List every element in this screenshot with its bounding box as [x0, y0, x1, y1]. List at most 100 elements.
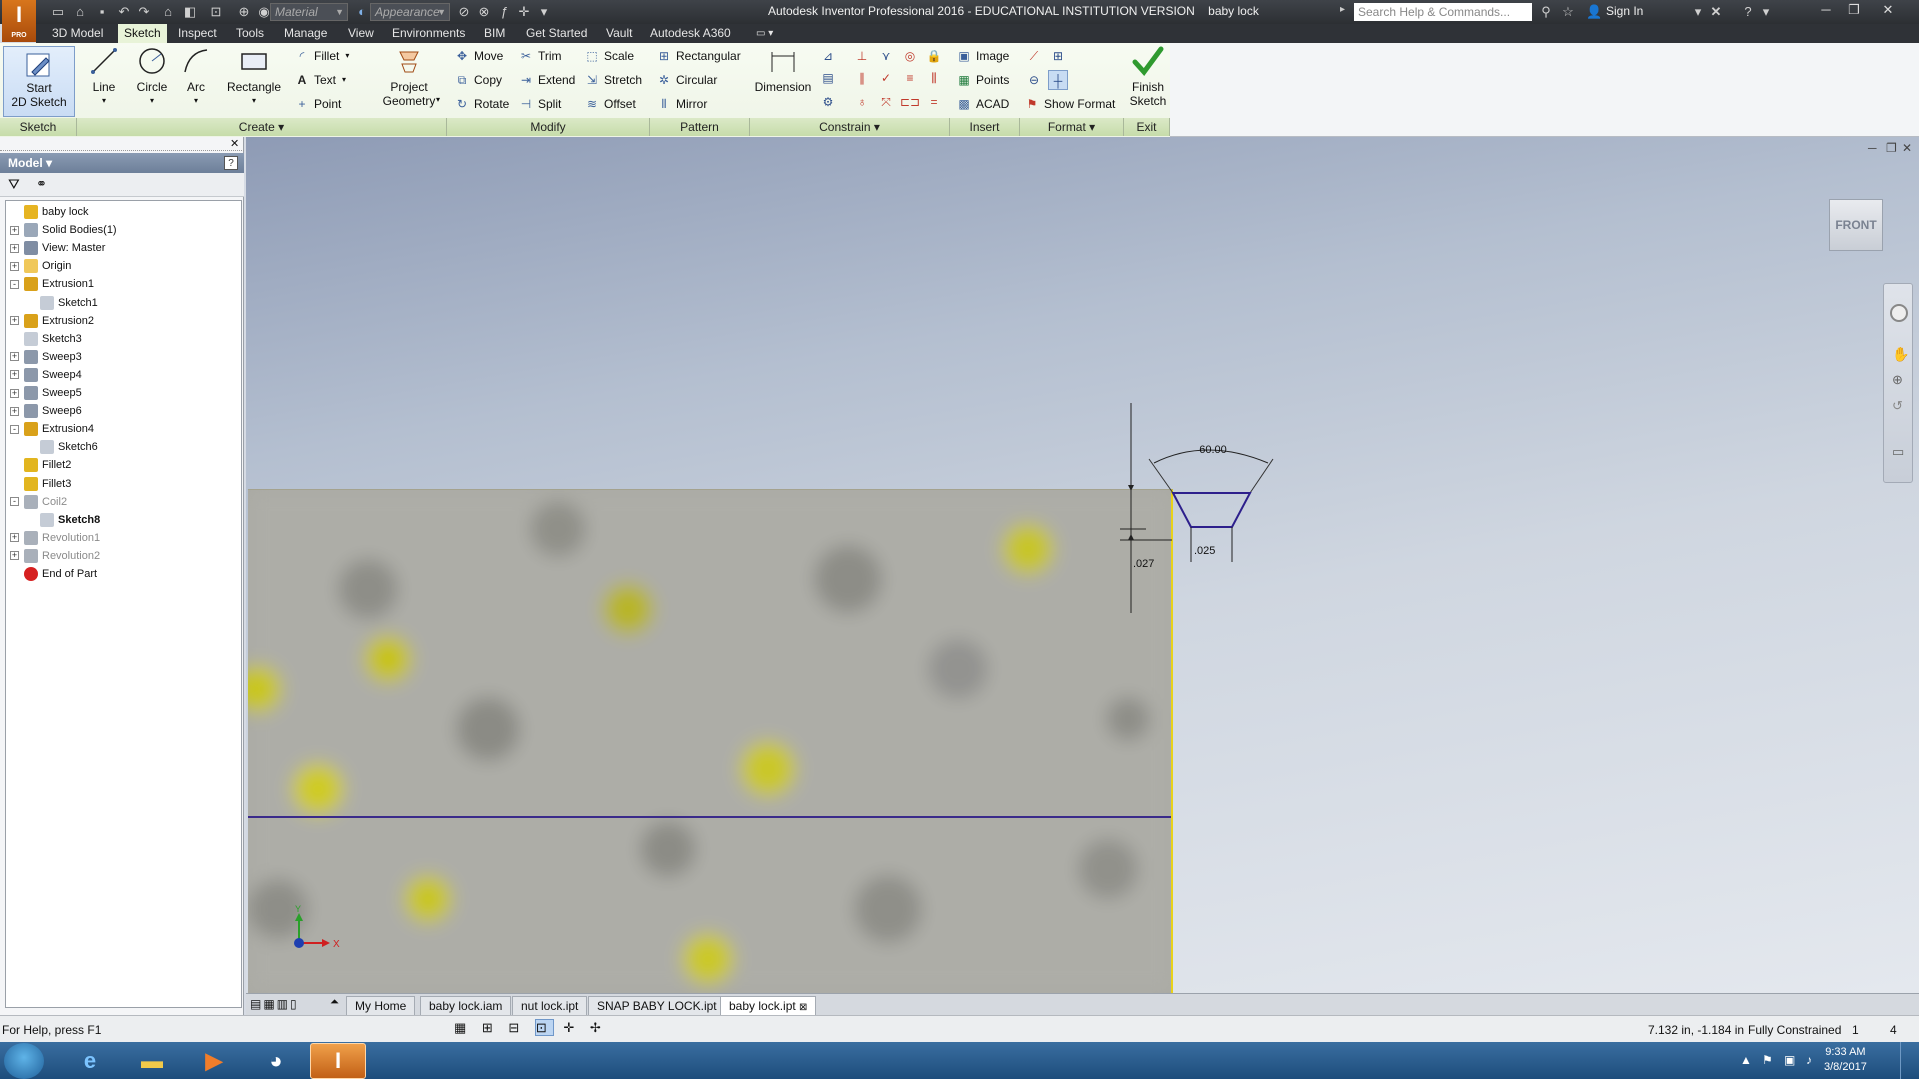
- fix-lock-icon[interactable]: 🔒: [924, 46, 944, 66]
- collapse-icon[interactable]: -: [10, 279, 19, 289]
- expand-icon[interactable]: +: [10, 225, 19, 235]
- pan-hand-icon[interactable]: ✋: [1892, 346, 1909, 363]
- trim-button[interactable]: ✂ Trim: [518, 45, 562, 67]
- redo-icon[interactable]: ↷: [136, 4, 152, 20]
- tree-item[interactable]: + Revolution2: [10, 547, 100, 565]
- panel-title-create[interactable]: Create ▾: [77, 118, 447, 136]
- rectangle-button[interactable]: Rectangle ▾: [224, 46, 284, 108]
- graphics-viewport[interactable]: 60.00 .027 .025 X Y FRONT ─ ❐ ✕ ✋ ⊕ ↺ ▭: [246, 137, 1919, 993]
- dimension-button[interactable]: Dimension: [752, 46, 814, 94]
- equal-icon[interactable]: =: [924, 92, 944, 112]
- split-button[interactable]: ⊣ Split: [518, 93, 562, 115]
- tray-volume-icon[interactable]: ♪: [1806, 1053, 1812, 1067]
- text-button[interactable]: A Text ▾: [294, 69, 346, 91]
- tree-item[interactable]: Sketch8: [26, 510, 240, 529]
- parameters-icon[interactable]: ƒ: [496, 4, 512, 20]
- show-constraints-icon[interactable]: ▤: [818, 68, 838, 88]
- tab-3d-model[interactable]: 3D Model: [46, 24, 109, 43]
- finish-sketch-button[interactable]: Finish Sketch: [1128, 46, 1168, 108]
- home-icon[interactable]: ⌂: [160, 4, 176, 20]
- viewport-close-icon[interactable]: ✕: [1902, 141, 1912, 155]
- tab-bim[interactable]: BIM: [478, 24, 511, 43]
- status-toolbar-icons[interactable]: ▦ ⊞ ⊟ ⊡ ✛ ✢: [454, 1019, 607, 1036]
- start-2d-sketch-button[interactable]: Start 2D Sketch: [3, 46, 75, 117]
- select-icon[interactable]: ⊡: [208, 4, 224, 20]
- ribbon-options-icon[interactable]: ▭ ▾: [750, 24, 779, 43]
- system-clock[interactable]: 9:33 AM 3/8/2017: [1824, 1045, 1867, 1075]
- show-desktop-button[interactable]: [1900, 1042, 1912, 1079]
- construction-icon[interactable]: ⟋: [1024, 46, 1044, 66]
- centerline-icon[interactable]: ┼: [1048, 70, 1068, 90]
- tree-item[interactable]: Sketch6: [26, 438, 98, 456]
- tree-item[interactable]: Fillet2: [10, 456, 71, 474]
- browser-header[interactable]: Model ▾: [0, 153, 244, 173]
- sign-in-link[interactable]: Sign In: [1606, 4, 1643, 18]
- doc-tab-baby-lock-iam[interactable]: baby lock.iam: [420, 996, 512, 1015]
- inventor-taskbar-icon[interactable]: I: [310, 1043, 366, 1079]
- expand-icon[interactable]: +: [10, 370, 19, 380]
- panel-title-format[interactable]: Format ▾: [1020, 118, 1124, 136]
- copy-button[interactable]: ⧉ Copy: [454, 69, 502, 91]
- doc-tab-snap-baby-lock-ipt[interactable]: SNAP BABY LOCK.ipt: [588, 996, 726, 1015]
- circle-button[interactable]: Circle ▾: [130, 46, 174, 108]
- height-dimension[interactable]: .027: [1133, 558, 1154, 570]
- constraint-settings-icon[interactable]: ⚙: [818, 92, 838, 112]
- horizontal-icon[interactable]: ≡: [900, 68, 920, 88]
- clear-icon[interactable]: ⊗: [476, 4, 492, 20]
- doc-tab-baby-lock-ipt[interactable]: baby lock.ipt ⊠: [720, 996, 817, 1015]
- orbit-icon[interactable]: ↺: [1892, 398, 1903, 414]
- insert-image-button[interactable]: ▣ Image: [956, 45, 1009, 67]
- tabs-menu-icon[interactable]: ⏶: [330, 996, 339, 1009]
- tree-item[interactable]: - Extrusion4: [10, 420, 94, 438]
- tile-windows-icon[interactable]: ▤▦▥▯: [250, 997, 299, 1011]
- tray-flag-icon[interactable]: ⚑: [1762, 1053, 1773, 1067]
- projects-icon[interactable]: ◧: [182, 4, 198, 20]
- chrome-icon[interactable]: ◕: [248, 1043, 304, 1079]
- tab-inspect[interactable]: Inspect: [172, 24, 223, 43]
- tab-view[interactable]: View: [342, 24, 380, 43]
- restore-button[interactable]: ❐: [1840, 0, 1868, 20]
- auto-dimension-icon[interactable]: ⊿: [818, 46, 838, 66]
- fillet-button[interactable]: ◜ Fillet ▾: [294, 45, 350, 67]
- collapse-icon[interactable]: -: [10, 424, 19, 434]
- doc-tab-close-icon[interactable]: ⊠: [799, 1002, 807, 1013]
- viewport-minimize-icon[interactable]: ─: [1868, 141, 1877, 155]
- crosshair-icon[interactable]: ✛: [516, 4, 532, 20]
- line-button[interactable]: Line ▾: [84, 46, 124, 108]
- tree-item[interactable]: + Revolution1: [10, 529, 100, 547]
- rectangular-pattern-button[interactable]: ⊞ Rectangular: [656, 45, 741, 67]
- tray-network-icon[interactable]: ▣: [1784, 1053, 1795, 1067]
- expand-icon[interactable]: +: [10, 352, 19, 362]
- tab-sketch[interactable]: Sketch: [118, 24, 167, 43]
- expand-icon[interactable]: +: [10, 243, 19, 253]
- viewport-restore-icon[interactable]: ❐: [1886, 141, 1897, 155]
- expand-icon[interactable]: +: [10, 533, 19, 543]
- point-button[interactable]: + Point: [294, 93, 341, 115]
- open-folder-icon[interactable]: ⌂: [72, 4, 88, 20]
- start-button[interactable]: [4, 1043, 44, 1079]
- search-help-input[interactable]: Search Help & Commands...: [1354, 3, 1532, 21]
- tree-item[interactable]: + Sweep5: [10, 384, 82, 402]
- update-icon[interactable]: ⊕: [236, 4, 252, 20]
- customize-icon[interactable]: ▾: [536, 4, 552, 20]
- tab-manage[interactable]: Manage: [278, 24, 333, 43]
- favorites-star-icon[interactable]: ☆: [1560, 4, 1576, 20]
- tab-tools[interactable]: Tools: [230, 24, 270, 43]
- extend-button[interactable]: ⇥ Extend: [518, 69, 575, 91]
- move-button[interactable]: ✥ Move: [454, 45, 503, 67]
- perpendicular-icon[interactable]: ⊥: [852, 46, 872, 66]
- centerpoint-icon[interactable]: ⊖: [1024, 70, 1044, 90]
- tree-item[interactable]: Sketch1: [26, 294, 98, 312]
- rotate-button[interactable]: ↻ Rotate: [454, 93, 509, 115]
- help-icon[interactable]: ?: [1740, 4, 1756, 20]
- doc-tab-my-home[interactable]: My Home: [346, 996, 416, 1015]
- look-at-icon[interactable]: ▭: [1892, 444, 1904, 460]
- tree-item[interactable]: Fillet3: [10, 475, 71, 493]
- expand-icon[interactable]: +: [10, 388, 19, 398]
- panel-title-constrain[interactable]: Constrain ▾: [750, 118, 950, 136]
- expand-icon[interactable]: +: [10, 551, 19, 561]
- filter-icon[interactable]: ⛛: [8, 176, 20, 193]
- driven-dimension-icon[interactable]: ⊞: [1048, 46, 1068, 66]
- tree-item[interactable]: + Origin: [10, 257, 71, 275]
- steering-wheel-icon[interactable]: [1890, 304, 1908, 322]
